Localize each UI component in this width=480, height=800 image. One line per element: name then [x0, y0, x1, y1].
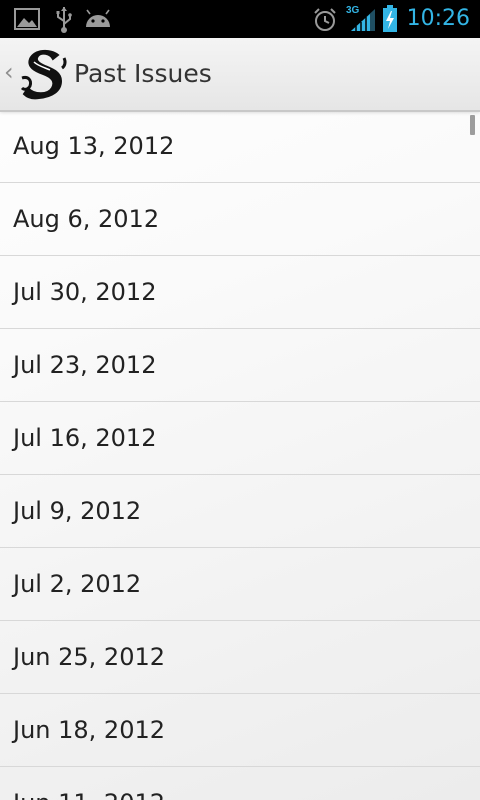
issue-date: Jun 18, 2012 [13, 716, 166, 744]
android-icon [86, 9, 110, 27]
usb-icon [56, 7, 72, 33]
up-button[interactable]: ‹ [0, 38, 72, 110]
alarm-icon [314, 8, 336, 31]
issue-date: Jul 2, 2012 [13, 570, 142, 598]
issue-list-item[interactable]: Jun 25, 2012 [0, 621, 480, 694]
stranger-s-logo-icon [20, 49, 67, 100]
issue-list-item[interactable]: Jul 9, 2012 [0, 475, 480, 548]
issue-list-item[interactable]: Aug 6, 2012 [0, 183, 480, 256]
issue-list-item[interactable]: Aug 13, 2012 [0, 110, 480, 183]
issue-list-item[interactable]: Jul 30, 2012 [0, 256, 480, 329]
issue-date: Aug 6, 2012 [13, 205, 160, 233]
signal-icon [351, 9, 375, 31]
issue-list-item[interactable]: Jul 16, 2012 [0, 402, 480, 475]
issue-date: Jul 30, 2012 [13, 278, 157, 306]
scrollbar[interactable] [470, 115, 475, 135]
issue-date: Jun 11, 2012 [13, 785, 165, 800]
issue-date: Jul 16, 2012 [13, 424, 157, 452]
issue-list-item[interactable]: Jun 18, 2012 [0, 694, 480, 767]
issue-date: Jun 25, 2012 [13, 643, 166, 671]
page-title: Past Issues [74, 59, 212, 88]
status-bar: 3G 10:26 [0, 0, 480, 38]
gallery-icon [14, 8, 40, 30]
issue-list-item[interactable]: Jun 11, 2012 [0, 767, 480, 800]
issue-list-item[interactable]: Jul 2, 2012 [0, 548, 480, 621]
clock: 10:26 [406, 6, 470, 31]
issue-date: Jul 9, 2012 [13, 497, 142, 525]
issue-list: Aug 13, 2012 Aug 6, 2012 Jul 30, 2012 Ju… [0, 110, 480, 800]
battery-charging-icon [383, 5, 397, 32]
action-bar: ‹ Past Issues [0, 38, 480, 112]
issue-date: Jul 23, 2012 [13, 351, 157, 379]
chevron-left-icon: ‹ [4, 58, 14, 86]
issue-list-item[interactable]: Jul 23, 2012 [0, 329, 480, 402]
screen: 3G 10:26 ‹ Past Issues Aug 13, 2012 Aug … [0, 0, 480, 800]
issue-date: Aug 13, 2012 [13, 132, 175, 160]
